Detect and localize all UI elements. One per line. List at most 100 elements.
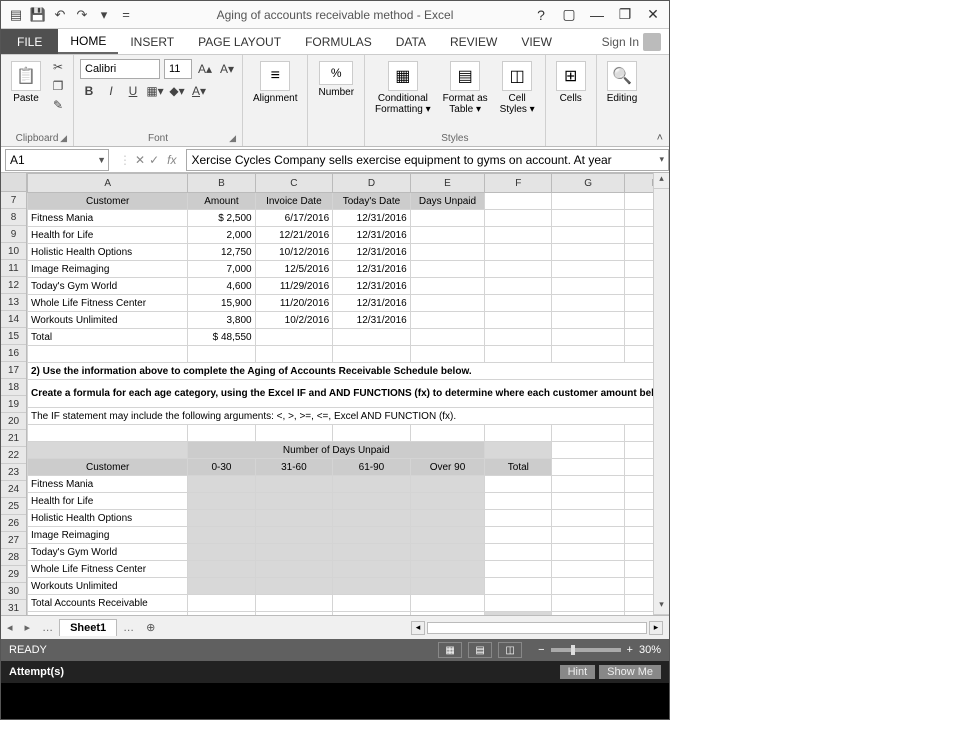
cell[interactable]: Holistic Health Options: [28, 510, 188, 527]
cell[interactable]: Number of Days Unpaid: [188, 442, 485, 459]
cell[interactable]: [485, 346, 552, 363]
cell[interactable]: [188, 561, 255, 578]
cell[interactable]: 4,600: [188, 278, 255, 295]
cell[interactable]: 2,000: [188, 227, 255, 244]
cell[interactable]: [255, 493, 333, 510]
col-header-G[interactable]: G: [552, 174, 624, 193]
row-header-15[interactable]: 15: [1, 328, 26, 345]
cell[interactable]: [485, 227, 552, 244]
row-header-9[interactable]: 9: [1, 226, 26, 243]
cell-styles-button[interactable]: ◫ Cell Styles ▾: [496, 59, 539, 117]
cell[interactable]: Total Accounts Receivable: [28, 595, 188, 612]
cell[interactable]: [624, 595, 653, 612]
row-header-29[interactable]: 29: [1, 566, 26, 583]
cell[interactable]: Health for Life: [28, 493, 188, 510]
cell[interactable]: [188, 346, 255, 363]
row-header-31[interactable]: 31: [1, 600, 26, 615]
row-header-26[interactable]: 26: [1, 515, 26, 532]
cell[interactable]: [410, 425, 484, 442]
cell[interactable]: [333, 561, 411, 578]
cell[interactable]: 0-30: [188, 459, 255, 476]
cell[interactable]: [485, 476, 552, 493]
font-dialog-icon[interactable]: ◢: [229, 133, 236, 144]
cell[interactable]: Image Reimaging: [28, 261, 188, 278]
page-layout-view-icon[interactable]: ▤: [468, 642, 492, 658]
row-header-8[interactable]: 8: [1, 209, 26, 226]
cell[interactable]: [255, 510, 333, 527]
cell[interactable]: [624, 476, 653, 493]
sign-in[interactable]: Sign In: [602, 29, 669, 54]
row-header-11[interactable]: 11: [1, 260, 26, 277]
cell[interactable]: [188, 527, 255, 544]
cell[interactable]: [624, 261, 653, 278]
cell[interactable]: [188, 595, 255, 612]
cell[interactable]: 10/12/2016: [255, 244, 333, 261]
cell[interactable]: [410, 595, 484, 612]
col-header-B[interactable]: B: [188, 174, 255, 193]
cell[interactable]: [410, 346, 484, 363]
cell[interactable]: [552, 612, 624, 616]
cell[interactable]: [485, 544, 552, 561]
cell[interactable]: [333, 595, 411, 612]
tab-formulas[interactable]: FORMULAS: [293, 29, 384, 54]
cell[interactable]: [255, 425, 333, 442]
page-break-view-icon[interactable]: ◫: [498, 642, 522, 658]
row-header-28[interactable]: 28: [1, 549, 26, 566]
cell[interactable]: 61-90: [333, 459, 411, 476]
cell[interactable]: [624, 346, 653, 363]
zoom-slider[interactable]: [551, 648, 621, 652]
cell[interactable]: [552, 278, 624, 295]
cell[interactable]: [485, 193, 552, 210]
cell[interactable]: Workouts Unlimited: [28, 312, 188, 329]
cell[interactable]: Customer: [28, 193, 188, 210]
paste-button[interactable]: 📋 Paste: [7, 59, 45, 106]
cell[interactable]: [410, 544, 484, 561]
name-box[interactable]: ▼: [5, 149, 109, 171]
cell[interactable]: [624, 278, 653, 295]
cell[interactable]: Over 90: [410, 459, 484, 476]
col-header-A[interactable]: A: [28, 174, 188, 193]
cell[interactable]: 10%: [255, 612, 333, 616]
cell[interactable]: Today's Gym World: [28, 278, 188, 295]
cell[interactable]: [552, 578, 624, 595]
cell[interactable]: 12/31/2016: [333, 278, 411, 295]
undo-icon[interactable]: ↶: [51, 6, 69, 24]
row-header-14[interactable]: 14: [1, 311, 26, 328]
font-color-button[interactable]: A▾: [190, 83, 208, 99]
col-header-E[interactable]: E: [410, 174, 484, 193]
cell[interactable]: [485, 278, 552, 295]
add-sheet-icon[interactable]: ⊕: [140, 621, 161, 634]
cell[interactable]: [255, 578, 333, 595]
cell[interactable]: [188, 476, 255, 493]
row-header-21[interactable]: 21: [1, 430, 26, 447]
cell[interactable]: [333, 346, 411, 363]
font-name-input[interactable]: [80, 59, 160, 79]
cell[interactable]: [410, 510, 484, 527]
normal-view-icon[interactable]: ▦: [438, 642, 462, 658]
col-header-D[interactable]: D: [333, 174, 411, 193]
cell[interactable]: [552, 493, 624, 510]
cell[interactable]: 12/5/2016: [255, 261, 333, 278]
cell[interactable]: Fitness Mania: [28, 210, 188, 227]
border-button[interactable]: ▦▾: [146, 83, 164, 99]
zoom-in-icon[interactable]: +: [627, 644, 633, 656]
help-icon[interactable]: ?: [531, 5, 551, 25]
cell[interactable]: [485, 527, 552, 544]
row-header-12[interactable]: 12: [1, 277, 26, 294]
cell[interactable]: [624, 493, 653, 510]
row-header-10[interactable]: 10: [1, 243, 26, 260]
cell[interactable]: Whole Life Fitness Center: [28, 295, 188, 312]
zoom-control[interactable]: − + 30%: [538, 644, 661, 656]
cell[interactable]: Holistic Health Options: [28, 244, 188, 261]
cell[interactable]: [552, 227, 624, 244]
cell[interactable]: [410, 312, 484, 329]
cell[interactable]: Fitness Mania: [28, 476, 188, 493]
cancel-formula-icon[interactable]: ✕: [135, 153, 145, 167]
cell[interactable]: 7,000: [188, 261, 255, 278]
cell[interactable]: [624, 295, 653, 312]
show-me-button[interactable]: Show Me: [599, 665, 661, 679]
cell[interactable]: 12,750: [188, 244, 255, 261]
cell[interactable]: [624, 544, 653, 561]
cell[interactable]: [188, 544, 255, 561]
cell[interactable]: 12/31/2016: [333, 295, 411, 312]
